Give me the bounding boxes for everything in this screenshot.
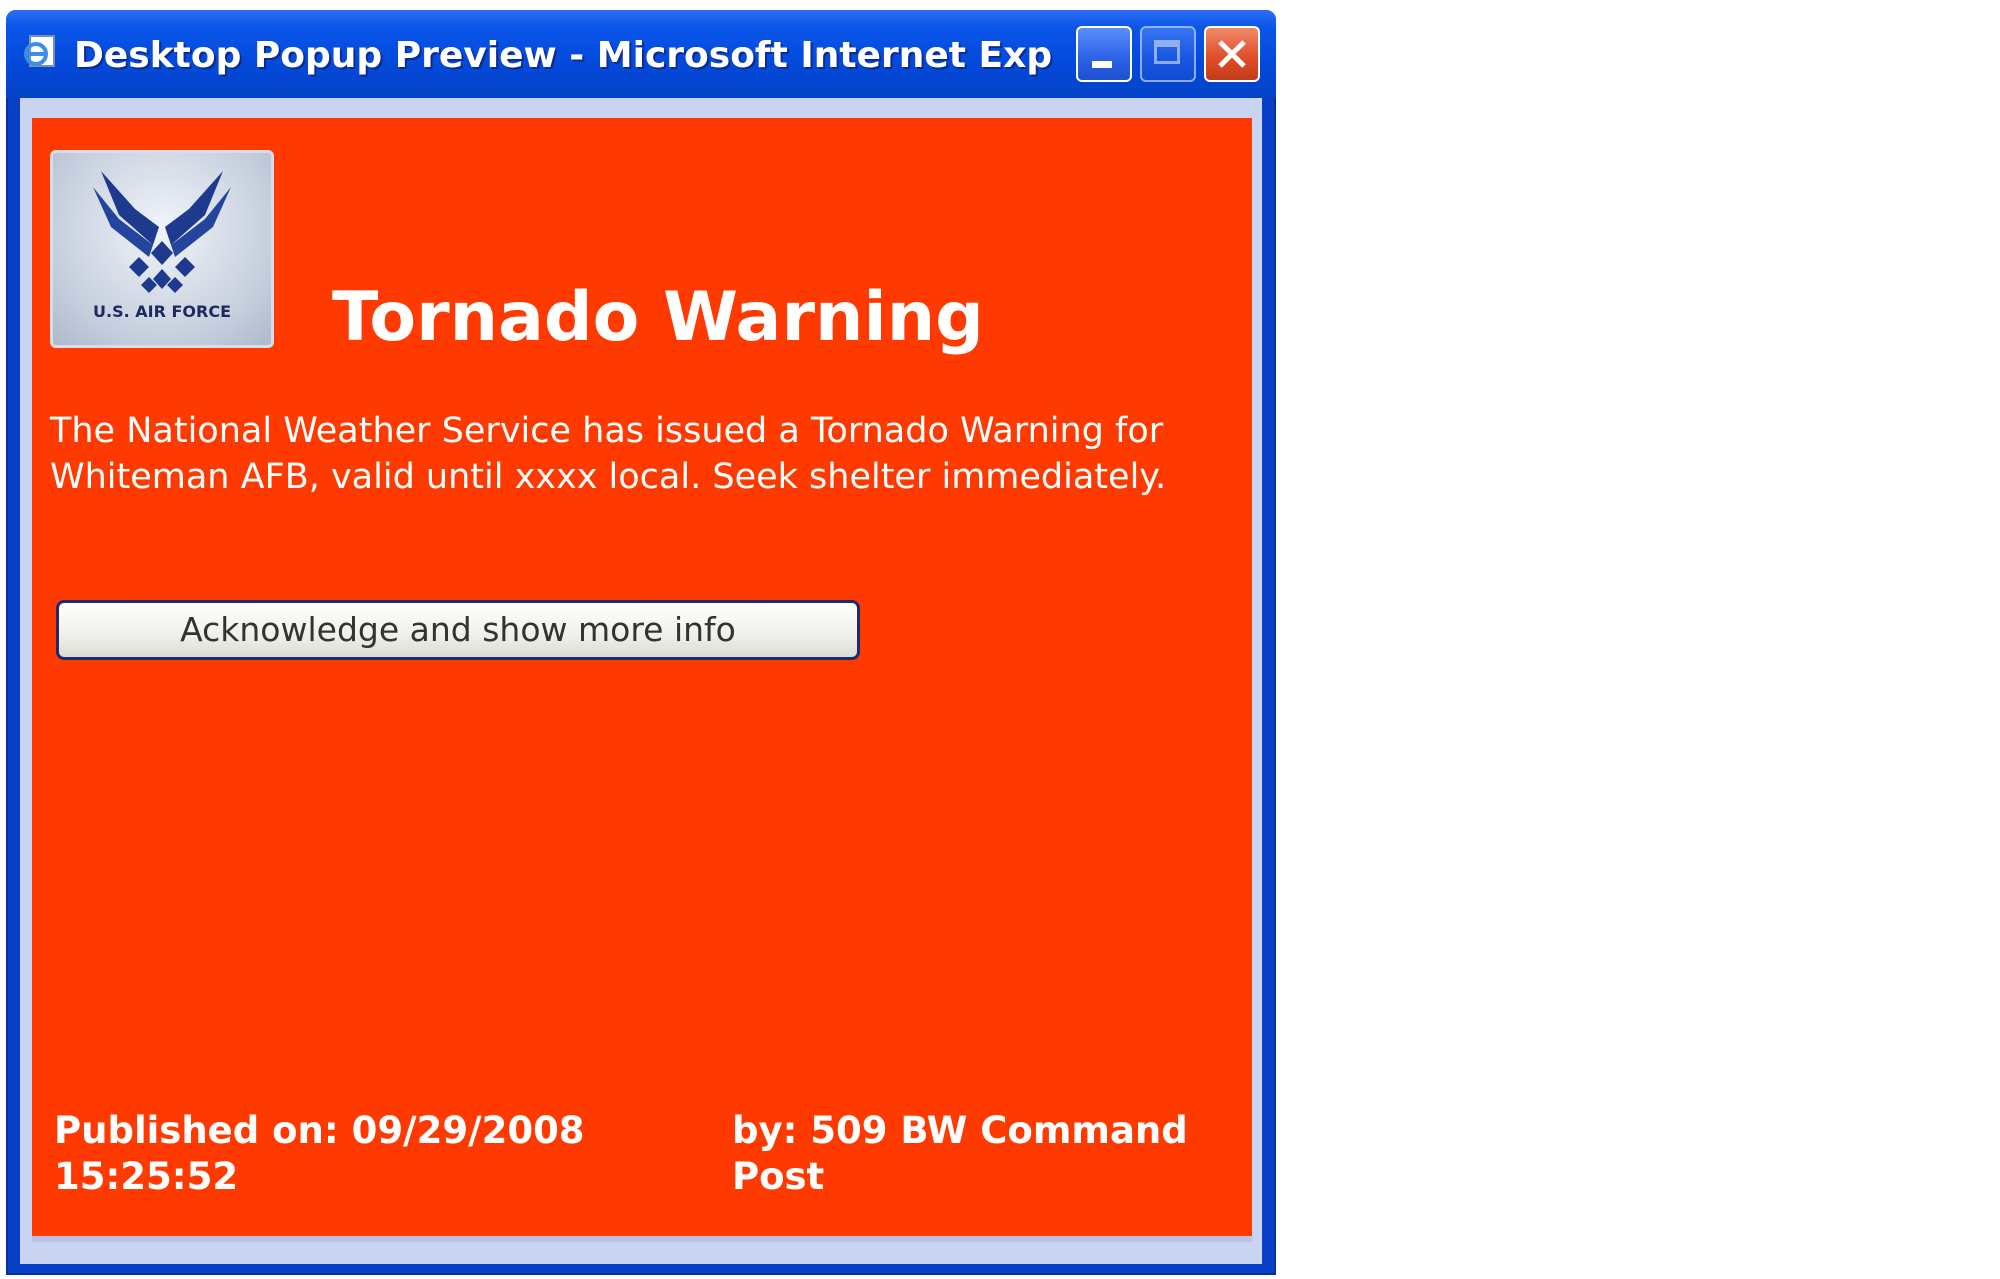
us-air-force-logo: U.S. AIR FORCE: [50, 150, 274, 348]
window-titlebar[interactable]: Desktop Popup Preview - Microsoft Intern…: [6, 10, 1276, 98]
close-button[interactable]: [1204, 26, 1260, 82]
alert-author: by: 509 BW Command Post: [732, 1109, 1188, 1198]
window-bottom-border: [32, 1236, 1252, 1242]
alert-headline: Tornado Warning: [332, 278, 984, 357]
acknowledge-button[interactable]: Acknowledge and show more info: [56, 600, 860, 660]
window-title: Desktop Popup Preview - Microsoft Intern…: [74, 35, 1054, 76]
published-date: Published on: 09/29/2008 15:25:52: [54, 1109, 585, 1198]
maximize-button[interactable]: [1140, 26, 1196, 82]
popup-window: Desktop Popup Preview - Microsoft Intern…: [6, 10, 1276, 1275]
window-client-area: U.S. AIR FORCE Tornado Warning The Natio…: [20, 98, 1262, 1264]
close-icon: [1218, 40, 1246, 68]
ie-page-icon: [22, 32, 62, 72]
alert-panel: U.S. AIR FORCE Tornado Warning The Natio…: [32, 118, 1252, 1242]
logo-text: U.S. AIR FORCE: [93, 302, 231, 321]
minimize-button[interactable]: [1076, 26, 1132, 82]
alert-message: The National Weather Service has issued …: [50, 411, 1167, 497]
